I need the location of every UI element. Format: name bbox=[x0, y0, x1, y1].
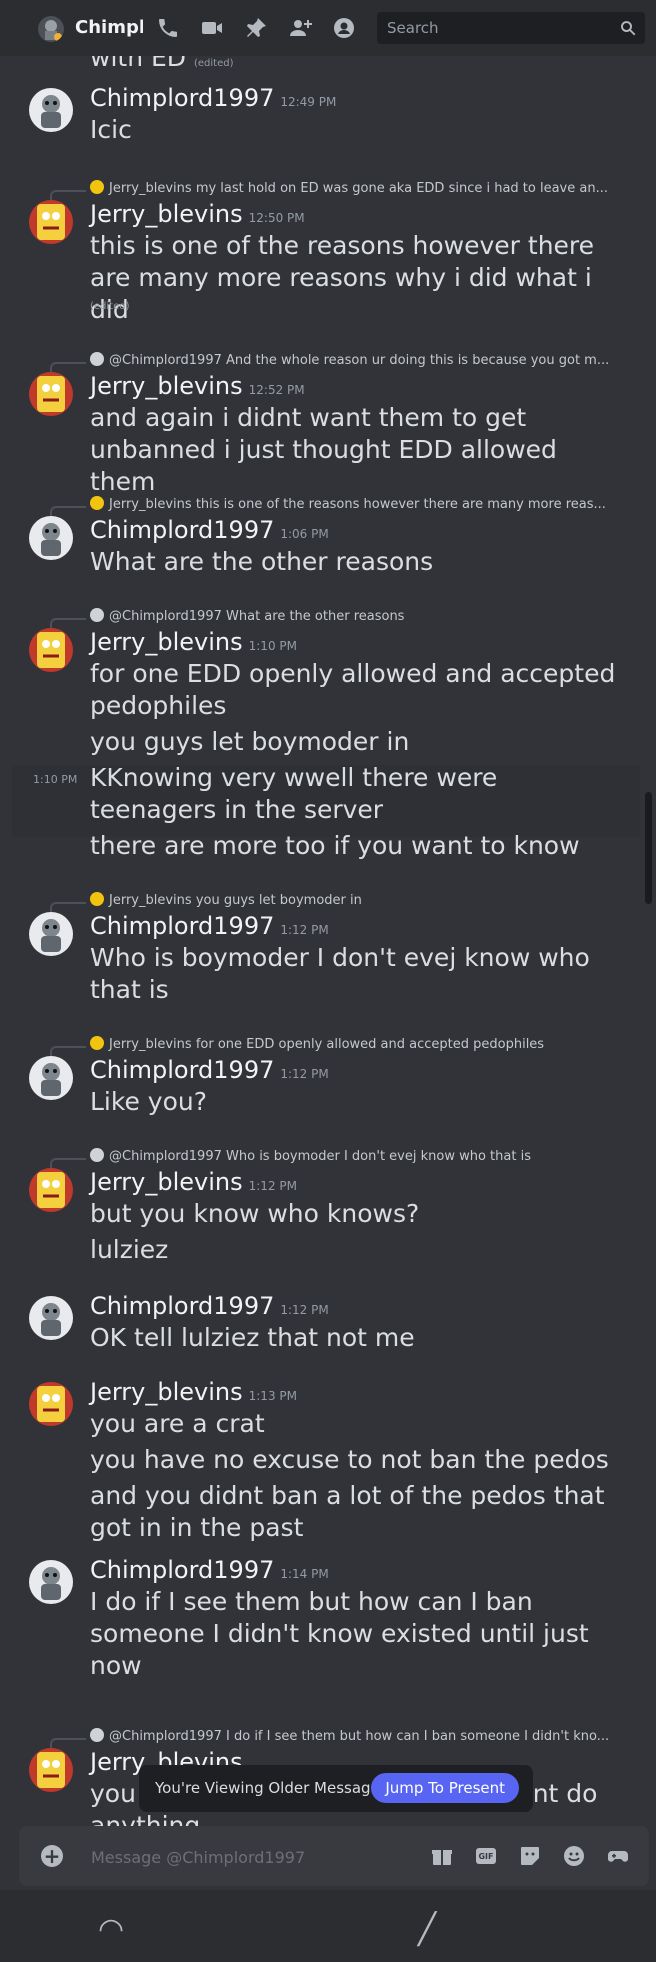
message-text: but you know who knows? bbox=[90, 1199, 420, 1228]
message-text: with ED (edited) bbox=[90, 56, 234, 72]
reply-preview[interactable]: @Chimplord1997 And the whole reason ur d… bbox=[90, 352, 610, 370]
avatar[interactable] bbox=[29, 1560, 73, 1604]
message-author[interactable]: Jerry_blevins 1:12 PM bbox=[90, 1168, 297, 1196]
nav-back-icon[interactable]: ╱ bbox=[418, 1912, 436, 1947]
message-text: you are a crat bbox=[90, 1409, 265, 1438]
message-timestamp: 1:12 PM bbox=[248, 1179, 297, 1193]
message-timestamp: 1:13 PM bbox=[248, 1389, 297, 1403]
reply-avatar-icon bbox=[90, 352, 104, 366]
add-friends-icon[interactable] bbox=[288, 16, 312, 40]
message-text: and you didnt ban a lot of the pedos tha… bbox=[90, 1481, 605, 1542]
message-author[interactable]: Jerry_blevins 1:10 PM bbox=[90, 628, 297, 656]
edited-label: (edited) bbox=[90, 301, 130, 312]
message-text: What are the other reasons bbox=[90, 547, 434, 576]
hover-timestamp: 1:10 PM bbox=[33, 773, 78, 786]
reply-preview[interactable]: Jerry_blevins for one EDD openly allowed… bbox=[90, 1036, 610, 1054]
message-timestamp: 1:12 PM bbox=[280, 923, 329, 937]
reply-avatar-icon bbox=[90, 892, 104, 906]
message-timestamp: 1:06 PM bbox=[280, 527, 329, 541]
avatar[interactable] bbox=[29, 200, 73, 244]
message-author[interactable]: Chimplord1997 1:12 PM bbox=[90, 1292, 329, 1320]
avatar[interactable] bbox=[29, 88, 73, 132]
avatar[interactable] bbox=[29, 628, 73, 672]
gamepad-icon[interactable] bbox=[606, 1844, 630, 1868]
reply-preview[interactable]: @Chimplord1997 I do if I see them but ho… bbox=[90, 1728, 610, 1746]
reply-preview[interactable]: Jerry_blevins this is one of the reasons… bbox=[90, 496, 610, 514]
older-messages-banner: You're Viewing Older Messages Jump To Pr… bbox=[139, 1765, 533, 1812]
message-text: for one EDD openly allowed and accepted … bbox=[90, 659, 616, 720]
reply-preview[interactable]: @Chimplord1997 What are the other reason… bbox=[90, 608, 610, 626]
older-messages-text: You're Viewing Older Messages bbox=[155, 1779, 388, 1797]
reply-avatar-icon bbox=[90, 1728, 104, 1742]
gift-icon[interactable] bbox=[430, 1844, 454, 1868]
message-timestamp: 1:14 PM bbox=[280, 1567, 329, 1581]
add-attachment-icon[interactable]: + bbox=[41, 1845, 63, 1867]
message-composer: + GIF bbox=[19, 1826, 649, 1886]
search-input[interactable]: Search bbox=[387, 19, 439, 37]
message-text: Who is boymoder I don't evej know who th… bbox=[90, 943, 590, 1004]
message-author[interactable]: Chimplord1997 1:06 PM bbox=[90, 516, 329, 544]
avatar[interactable] bbox=[29, 1296, 73, 1340]
message-text: there are more too if you want to know bbox=[90, 831, 580, 860]
message-author[interactable]: Chimplord1997 1:12 PM bbox=[90, 912, 329, 940]
message-input[interactable] bbox=[89, 1844, 393, 1870]
jump-to-present-button[interactable]: Jump To Present bbox=[371, 1773, 519, 1803]
message-text: you guys let boymoder in bbox=[90, 727, 410, 756]
reply-preview[interactable]: Jerry_blevins my last hold on ED was gon… bbox=[90, 180, 610, 198]
pin-icon[interactable] bbox=[244, 16, 268, 40]
reply-avatar-icon bbox=[90, 1148, 104, 1162]
video-call-icon[interactable] bbox=[200, 16, 224, 40]
message-author[interactable]: Chimplord1997 1:12 PM bbox=[90, 1056, 329, 1084]
reply-avatar-icon bbox=[90, 496, 104, 510]
reply-preview[interactable]: Jerry_blevins you guys let boymoder in bbox=[90, 892, 610, 910]
avatar[interactable] bbox=[29, 912, 73, 956]
message-timestamp: 1:12 PM bbox=[280, 1303, 329, 1317]
message-list: 1:10 PM with ED (edited) Chimplord1997 12… bbox=[0, 56, 656, 1826]
reply-avatar-icon bbox=[90, 1036, 104, 1050]
reply-preview[interactable]: @Chimplord1997 Who is boymoder I don't e… bbox=[90, 1148, 610, 1166]
avatar[interactable] bbox=[29, 1056, 73, 1100]
search-icon[interactable] bbox=[619, 19, 637, 37]
avatar[interactable] bbox=[29, 1168, 73, 1212]
message-timestamp: 12:49 PM bbox=[280, 95, 337, 109]
channel-name[interactable]: Chimplord1997 bbox=[75, 17, 143, 38]
sticker-icon[interactable] bbox=[518, 1844, 542, 1868]
message-text: lulziez bbox=[90, 1235, 169, 1264]
message-author[interactable]: Jerry_blevins 12:50 PM bbox=[90, 200, 305, 228]
message-timestamp: 12:50 PM bbox=[248, 211, 305, 225]
message-author[interactable]: Jerry_blevins 1:13 PM bbox=[90, 1378, 297, 1406]
gif-icon[interactable]: GIF bbox=[474, 1844, 498, 1868]
svg-text:GIF: GIF bbox=[478, 1852, 493, 1861]
message-author[interactable]: Jerry_blevins 12:52 PM bbox=[90, 372, 305, 400]
user-profile-icon[interactable] bbox=[332, 16, 356, 40]
nav-home-icon[interactable]: ◠ bbox=[98, 1912, 124, 1947]
message-text: this is one of the reasons however there… bbox=[90, 231, 595, 324]
avatar[interactable] bbox=[29, 516, 73, 560]
message-author[interactable]: Chimplord1997 1:14 PM bbox=[90, 1556, 329, 1584]
avatar[interactable] bbox=[29, 1382, 73, 1426]
message-text: Like you? bbox=[90, 1087, 207, 1116]
avatar[interactable] bbox=[29, 1748, 73, 1792]
message-text: and again i didnt want them to get unban… bbox=[90, 403, 557, 496]
message-timestamp: 1:12 PM bbox=[280, 1067, 329, 1081]
message-author[interactable]: Chimplord1997 12:49 PM bbox=[90, 84, 336, 112]
phone-icon[interactable] bbox=[156, 16, 180, 40]
reply-avatar-icon bbox=[90, 180, 104, 194]
scrollbar-thumb[interactable] bbox=[645, 792, 652, 904]
message-timestamp: 1:10 PM bbox=[248, 639, 297, 653]
message-text: I do if I see them but how can I ban som… bbox=[90, 1587, 589, 1680]
search-box[interactable]: Search bbox=[377, 12, 645, 44]
top-bar: Chimplord1997 Search bbox=[0, 0, 656, 57]
message-text: you have no excuse to not ban the pedos bbox=[90, 1445, 609, 1474]
message-timestamp: 12:52 PM bbox=[248, 383, 305, 397]
reply-avatar-icon bbox=[90, 608, 104, 622]
channel-avatar[interactable] bbox=[38, 16, 64, 42]
message-text: KKnowing very wwell there were teenagers… bbox=[90, 763, 498, 824]
emoji-icon[interactable] bbox=[562, 1844, 586, 1868]
message-text: Icic bbox=[90, 115, 132, 144]
message-text: OK tell lulziez that not me bbox=[90, 1323, 415, 1352]
avatar[interactable] bbox=[29, 372, 73, 416]
